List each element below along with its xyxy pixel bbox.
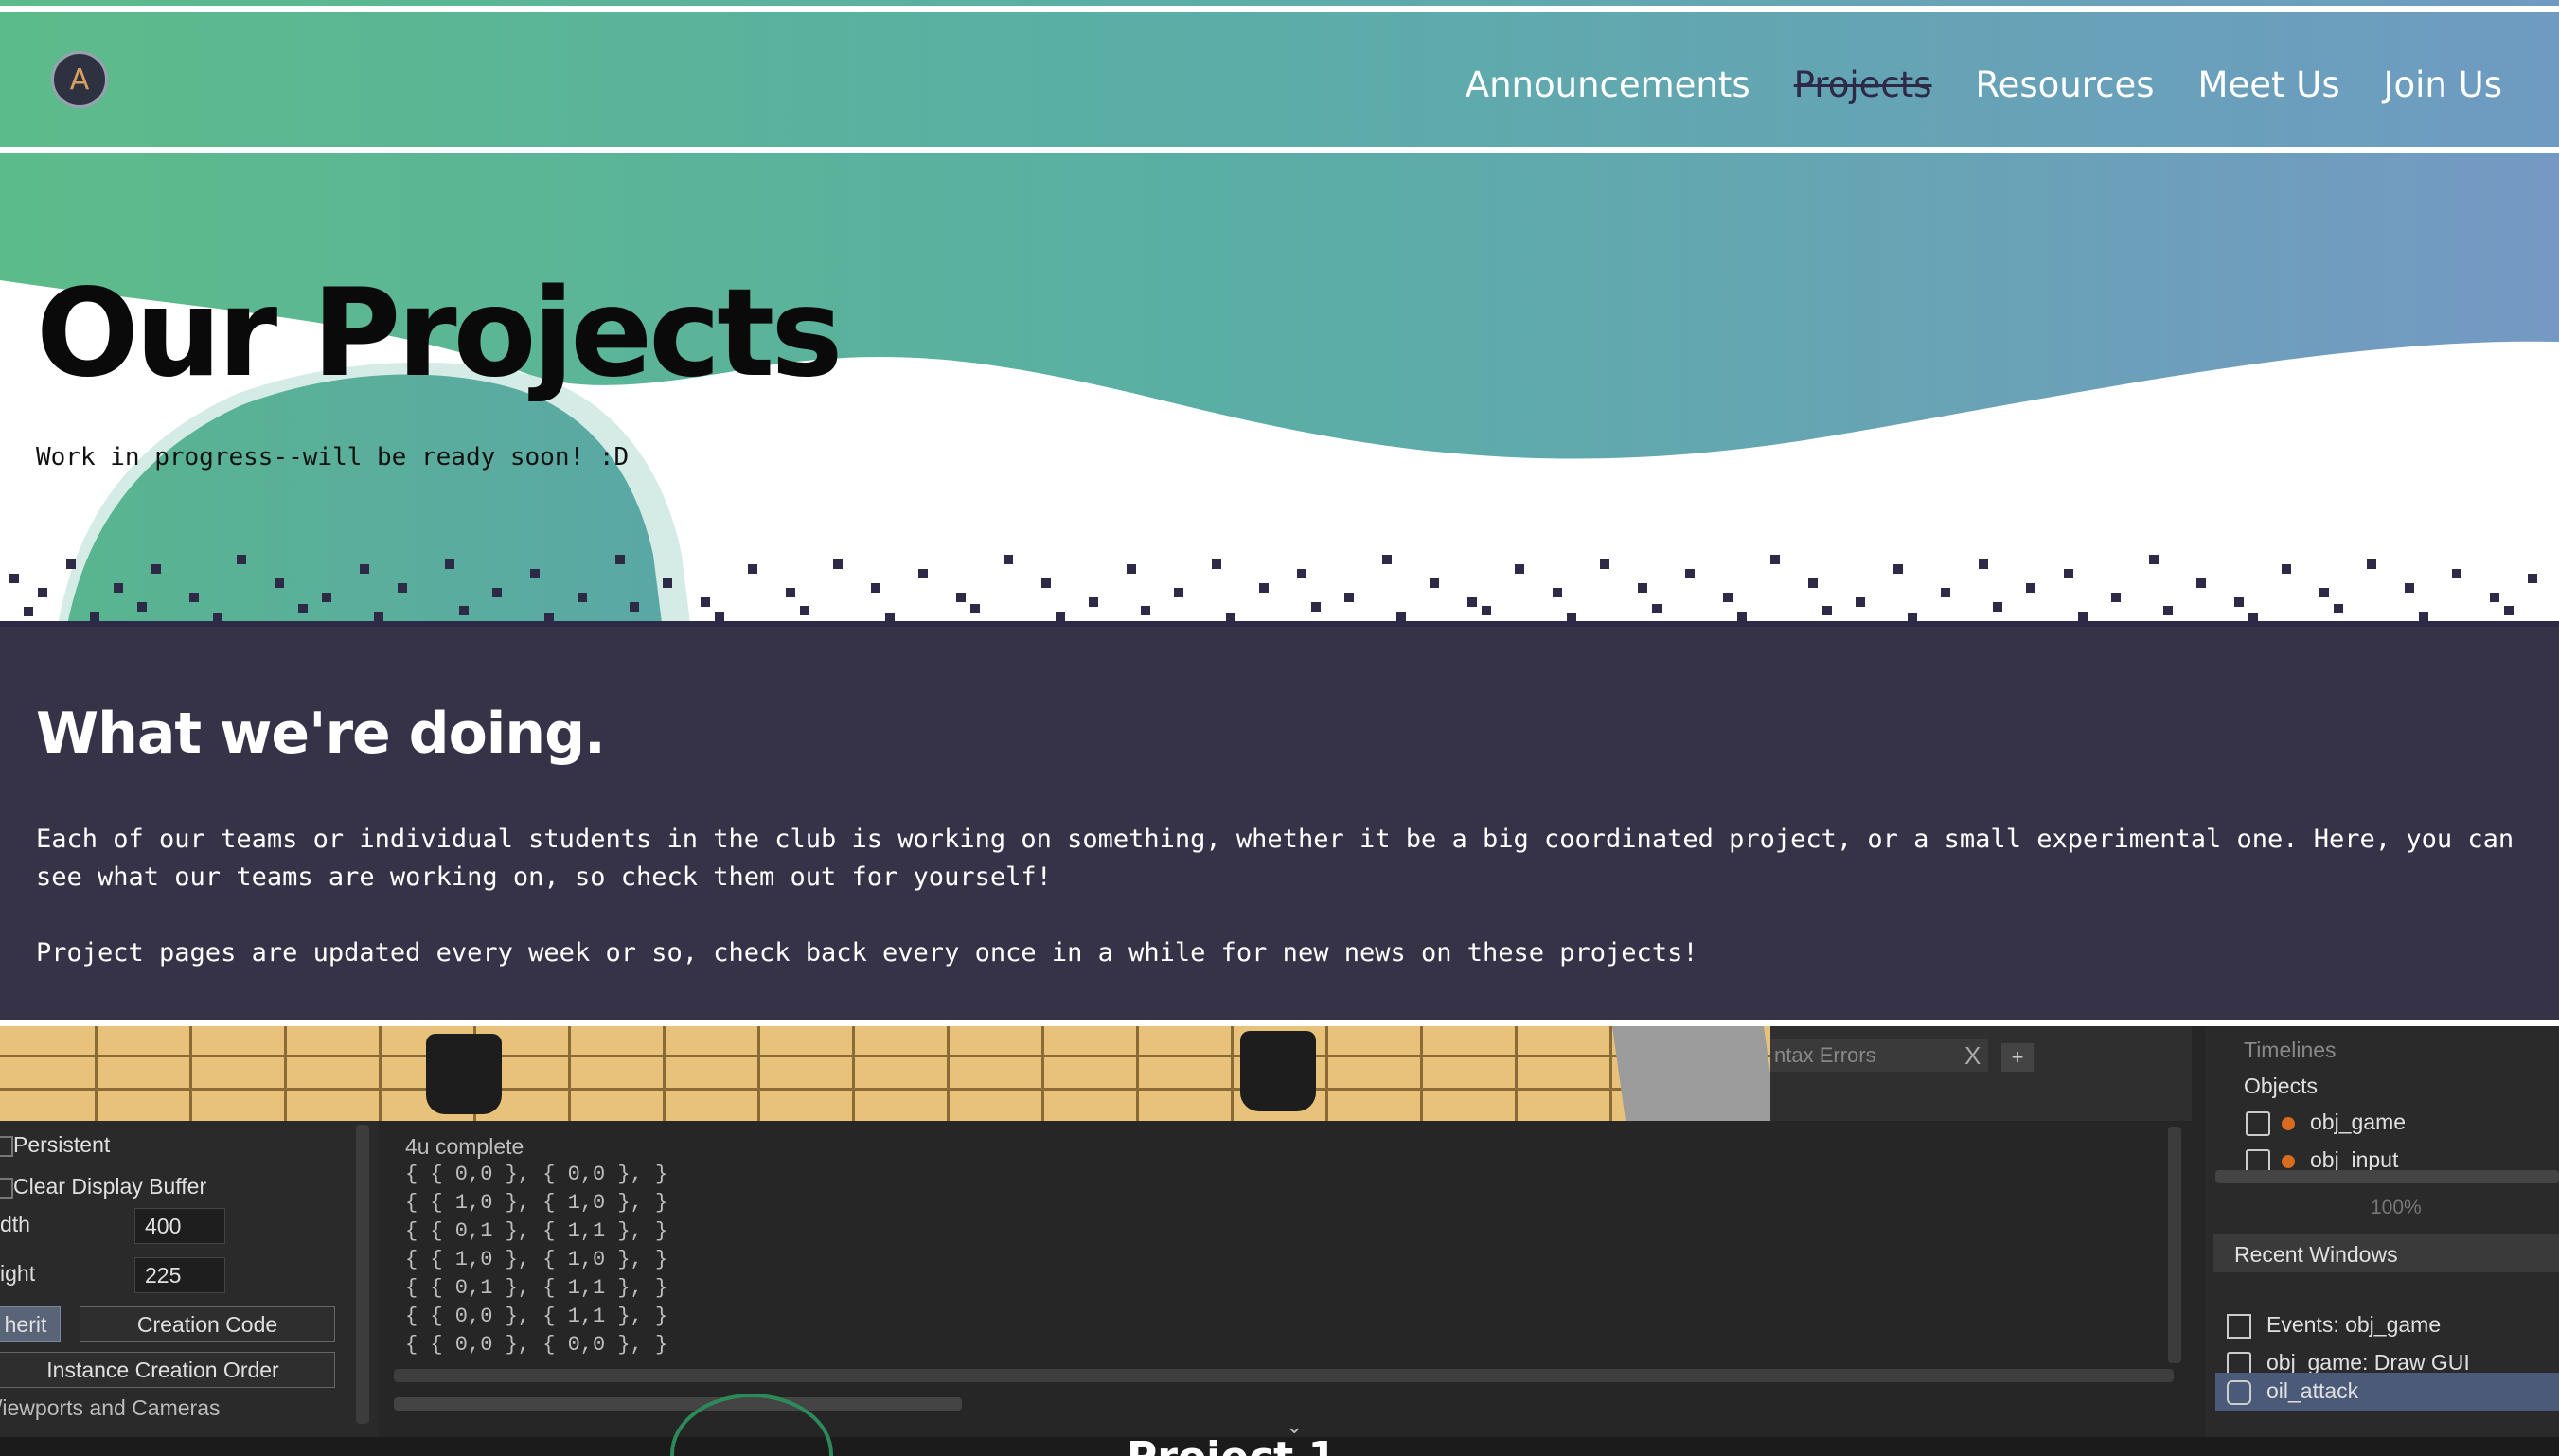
output-vscroll[interactable]: [2168, 1127, 2181, 1363]
game-wall: [1611, 1026, 1778, 1121]
persistent-label: Persistent: [13, 1132, 111, 1157]
output-line: { { 0,1 }, { 1,1 }, }: [405, 1276, 668, 1300]
panel-scrollbar[interactable]: [356, 1125, 369, 1424]
nav-resources[interactable]: Resources: [1976, 57, 2155, 114]
persistent-checkbox[interactable]: [0, 1136, 13, 1157]
about-section: What we're doing. Each of our teams or i…: [0, 627, 2559, 1020]
width-label: dth: [0, 1212, 30, 1236]
about-paragraph-1: Each of our teams or individual students…: [36, 825, 2515, 892]
resource-tree-panel: Timelines Objects obj_game obj_input 100…: [2206, 1026, 2559, 1456]
output-line: { { 0,0 }, { 1,1 }, }: [405, 1305, 668, 1328]
hero-section: Our Projects Work in progress--will be r…: [0, 157, 2559, 630]
recent-windows-title: Recent Windows: [2234, 1242, 2398, 1267]
flag-icon: [2227, 1314, 2251, 1339]
nav-announcements[interactable]: Announcements: [1466, 57, 1750, 114]
output-hscroll[interactable]: [394, 1397, 962, 1411]
recent-window-item[interactable]: obj_game: Draw GUI: [2266, 1350, 2470, 1376]
output-console: 4u complete { { 0,0 }, { 0,0 }, } { { 1,…: [390, 1121, 2189, 1456]
output-line: { { 1,0 }, { 1,0 }, }: [405, 1191, 668, 1215]
nav-join-us[interactable]: Join Us: [2384, 57, 2502, 114]
game-sprite: [1240, 1031, 1316, 1111]
main-nav: Announcements Projects Resources Meet Us…: [1466, 57, 2502, 114]
project-screenshot: ntax Errors X + Persistent Clear Display…: [0, 1026, 2559, 1456]
zoom-level: 100%: [2371, 1197, 2422, 1218]
tree-objects[interactable]: Objects: [2244, 1074, 2318, 1099]
viewports-label[interactable]: /iewports and Cameras: [0, 1395, 221, 1421]
height-field[interactable]: 225: [134, 1257, 225, 1293]
inherit-button[interactable]: herit: [0, 1306, 61, 1342]
object-icon: [2246, 1111, 2270, 1136]
warning-icon: [2282, 1117, 2295, 1130]
warning-icon: [2282, 1155, 2295, 1168]
logo-letter: A: [69, 62, 90, 97]
about-heading: What we're doing.: [36, 701, 606, 767]
tree-timelines[interactable]: Timelines: [2244, 1038, 2337, 1063]
room-properties-panel: Persistent Clear Display Buffer dth 400 …: [0, 1121, 379, 1456]
output-line: { { 0,1 }, { 1,1 }, }: [405, 1219, 668, 1243]
nav-meet-us[interactable]: Meet Us: [2198, 57, 2340, 114]
add-tab-button[interactable]: +: [2001, 1043, 2034, 1072]
output-input-bar[interactable]: [394, 1369, 2174, 1382]
header-top-line: [0, 6, 2559, 12]
page-subtitle: Work in progress--will be ready soon! :D: [36, 443, 630, 471]
output-line: { { 0,0 }, { 0,0 }, }: [405, 1163, 668, 1186]
height-label: ight: [0, 1261, 36, 1286]
site-logo[interactable]: A: [51, 51, 108, 108]
game-preview: [0, 1026, 1778, 1121]
tree-object-item[interactable]: obj_input: [2310, 1147, 2398, 1173]
editor-tabbar: ntax Errors X +: [1770, 1026, 2192, 1121]
clear-display-checkbox[interactable]: [0, 1178, 13, 1199]
output-line: { { 1,0 }, { 1,0 }, }: [405, 1248, 668, 1271]
clear-display-label: Clear Display Buffer: [13, 1174, 207, 1199]
recent-window-item[interactable]: oil_attack: [2266, 1378, 2358, 1404]
output-title: 4u complete: [405, 1134, 524, 1159]
tab-syntax-errors[interactable]: ntax Errors: [1770, 1039, 1988, 1072]
header-bottom-line: [0, 147, 2559, 153]
output-line: { { 0,0 }, { 0,0 }, }: [405, 1333, 668, 1357]
close-icon[interactable]: X: [1964, 1039, 1981, 1072]
creation-code-button[interactable]: Creation Code: [80, 1306, 335, 1342]
script-icon: [2227, 1380, 2251, 1405]
recent-window-item[interactable]: Events: obj_game: [2266, 1312, 2441, 1338]
game-sprite: [426, 1034, 502, 1114]
about-paragraph-2: Project pages are updated every week or …: [36, 938, 1698, 968]
tree-object-item[interactable]: obj_game: [2310, 1110, 2406, 1135]
next-section-title: Project 1: [1127, 1433, 1337, 1456]
width-field[interactable]: 400: [134, 1208, 225, 1244]
nav-projects[interactable]: Projects: [1794, 57, 1932, 114]
instance-order-button[interactable]: Instance Creation Order: [0, 1352, 335, 1388]
site-header: A Announcements Projects Resources Meet …: [0, 0, 2559, 160]
tree-hscroll[interactable]: [2215, 1170, 2559, 1183]
page-title: Our Projects: [36, 263, 843, 404]
